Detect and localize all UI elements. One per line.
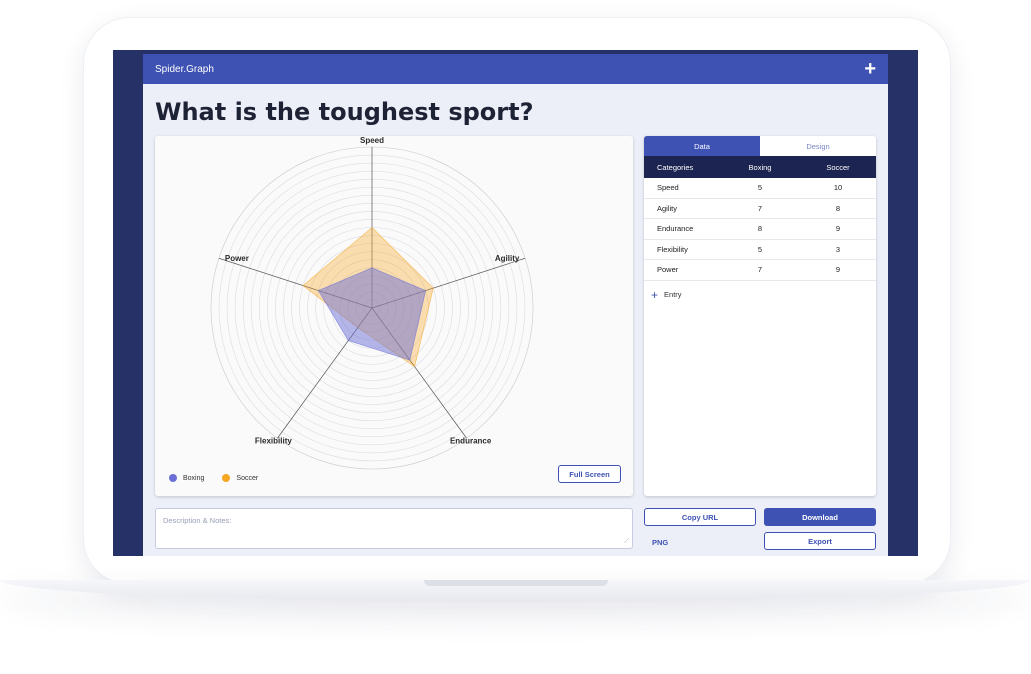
- panel-tabs: Data Design: [644, 136, 876, 156]
- table-cell[interactable]: Power: [644, 265, 732, 274]
- legend-item-soccer: Soccer: [222, 474, 258, 482]
- description-notes-field[interactable]: Description & Notes: ⟋: [155, 508, 633, 549]
- tab-data[interactable]: Data: [644, 136, 760, 156]
- resize-grip-icon[interactable]: ⟋: [624, 538, 629, 546]
- brand-name: Spider.Graph: [155, 63, 214, 75]
- column-header-boxing[interactable]: Boxing: [732, 163, 788, 172]
- axis-label-endurance: Endurance: [450, 436, 492, 445]
- table-cell[interactable]: Flexibility: [644, 245, 732, 254]
- table-cell[interactable]: 5: [732, 245, 788, 254]
- table-cell[interactable]: 9: [788, 224, 876, 233]
- laptop-screen: Spider.Graph + What is the toughest spor…: [113, 50, 918, 556]
- chart-card: Speed Agility Endurance Flexibility Power Bo…: [155, 136, 633, 496]
- chart-legend: Boxing Soccer: [169, 474, 258, 482]
- laptop-notch: [424, 580, 608, 586]
- copy-url-button[interactable]: Copy URL: [644, 508, 756, 526]
- full-screen-button[interactable]: Full Screen: [558, 465, 621, 483]
- table-cell[interactable]: 5: [732, 183, 788, 192]
- format-label[interactable]: PNG: [652, 538, 668, 547]
- legend-swatch-boxing: [169, 474, 177, 482]
- legend-label-soccer: Soccer: [236, 474, 259, 482]
- table-row: Flexibility 5 3: [644, 240, 876, 260]
- table-row: Endurance 8 9: [644, 219, 876, 240]
- export-button[interactable]: Export: [764, 532, 876, 550]
- app-window: Spider.Graph + What is the toughest spor…: [143, 54, 888, 556]
- table-row: Agility 7 8: [644, 199, 876, 219]
- axis-label-flexibility: Flexibility: [255, 436, 292, 445]
- radar-chart: Speed Agility Endurance Flexibility Power: [210, 136, 534, 470]
- top-bar: Spider.Graph +: [143, 54, 888, 84]
- table-cell[interactable]: Speed: [644, 183, 732, 192]
- table-cell[interactable]: 3: [788, 245, 876, 254]
- page-title: What is the toughest sport?: [155, 98, 534, 126]
- column-header-soccer[interactable]: Soccer: [788, 163, 876, 172]
- table-row: Power 7 9: [644, 260, 876, 281]
- axis-label-speed: Speed: [360, 136, 384, 145]
- legend-item-boxing: Boxing: [169, 474, 204, 482]
- table-cell[interactable]: 7: [732, 204, 788, 213]
- add-entry-label: Entry: [664, 290, 682, 299]
- table-cell[interactable]: Agility: [644, 204, 732, 213]
- add-entry-button[interactable]: + Entry: [644, 281, 876, 309]
- legend-swatch-soccer: [222, 474, 231, 482]
- table-header: Categories Boxing Soccer: [644, 156, 876, 178]
- notes-placeholder: Description & Notes:: [163, 516, 232, 525]
- data-panel: Data Design Categories Boxing Soccer Spe…: [644, 136, 876, 496]
- table-cell[interactable]: 7: [732, 265, 788, 274]
- column-header-categories: Categories: [657, 162, 694, 172]
- table-cell[interactable]: Endurance: [644, 224, 732, 233]
- legend-label-boxing: Boxing: [183, 474, 205, 482]
- table-row: Speed 5 10: [644, 178, 876, 199]
- table-cell[interactable]: 8: [788, 204, 876, 213]
- axis-label-power: Power: [225, 254, 249, 263]
- plus-icon[interactable]: +: [864, 59, 876, 79]
- download-button[interactable]: Download: [764, 508, 876, 526]
- plus-icon: +: [651, 287, 659, 302]
- table-cell[interactable]: 10: [788, 183, 876, 192]
- table-cell[interactable]: 8: [732, 224, 788, 233]
- axis-label-agility: Agility: [495, 254, 520, 263]
- table-cell[interactable]: 9: [788, 265, 876, 274]
- tab-design[interactable]: Design: [760, 136, 876, 156]
